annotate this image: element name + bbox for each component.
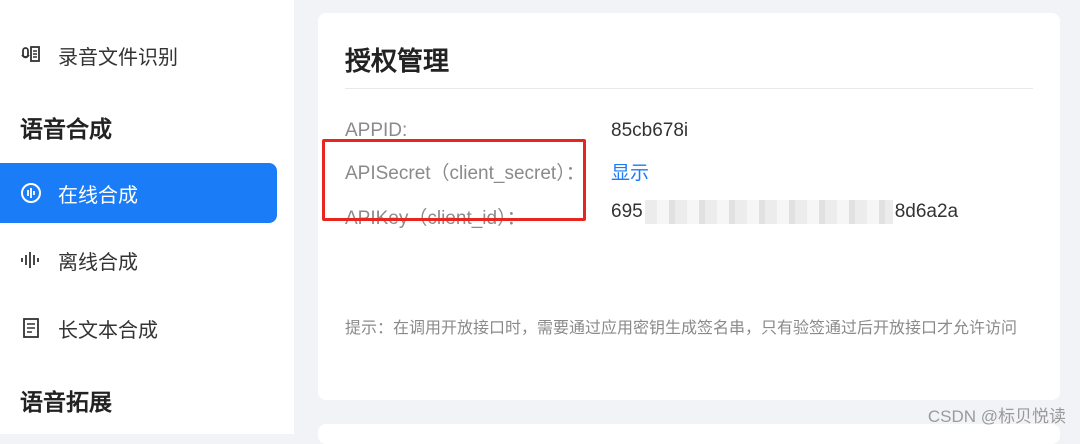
divider <box>345 88 1033 89</box>
sidebar-item-online-synthesis[interactable]: 在线合成 <box>0 163 277 223</box>
sidebar: 录音文件识别 语音合成 在线合成 离线合成 长文本合成 语音拓展 <box>0 0 294 434</box>
next-card <box>318 424 1060 444</box>
waveform-icon <box>20 249 42 271</box>
highlight-box <box>322 139 586 221</box>
redacted-blur <box>644 200 893 224</box>
voice-file-icon <box>20 44 42 66</box>
card-title: 授权管理 <box>345 46 450 76</box>
sidebar-item-voice-file[interactable]: 录音文件识别 <box>0 25 277 85</box>
appid-value: 85cb678i <box>611 120 689 141</box>
sidebar-item-label: 在线合成 <box>58 184 138 207</box>
section-title-speech-extension: 语音拓展 <box>20 389 112 415</box>
sidebar-item-label: 离线合成 <box>58 251 138 274</box>
tip-text: 提示：在调用开放接口时，需要通过应用密钥生成签名串，只有验签通过后开放接口才允许… <box>345 320 1018 337</box>
apikey-prefix: 695 <box>611 201 643 223</box>
sidebar-item-label: 录音文件识别 <box>58 46 178 69</box>
apikey-suffix: 8d6a2a <box>894 201 959 223</box>
show-secret-link[interactable]: 显示 <box>611 158 649 185</box>
sidebar-item-label: 长文本合成 <box>58 319 158 342</box>
document-icon <box>20 317 42 339</box>
watermark: CSDN @标贝悦读 <box>927 407 1066 426</box>
apikey-value: 695 8d6a2a <box>611 200 958 224</box>
sidebar-item-long-text-synthesis[interactable]: 长文本合成 <box>0 298 277 358</box>
section-title-speech-synthesis: 语音合成 <box>20 116 112 142</box>
sidebar-item-offline-synthesis[interactable]: 离线合成 <box>0 230 277 290</box>
online-synthesis-icon <box>20 182 42 204</box>
